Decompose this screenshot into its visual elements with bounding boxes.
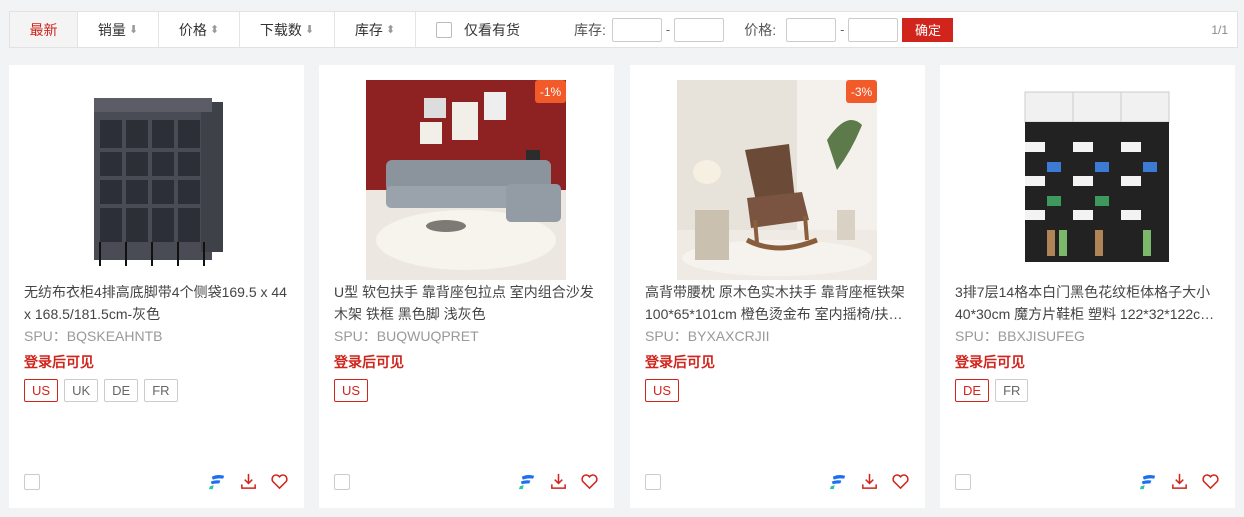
- product-image-sofa[interactable]: -1%: [366, 80, 566, 280]
- product-card[interactable]: -1% U型 软包扶手 靠背座包拉点 室内组合沙发 木架 铁框 黑色脚 浅灰色 …: [319, 65, 614, 508]
- market-tag[interactable]: FR: [144, 379, 178, 402]
- download-icon[interactable]: [1170, 472, 1189, 491]
- sort-down-icon: ⬇: [128, 24, 139, 36]
- market-tag[interactable]: FR: [995, 379, 1029, 402]
- select-checkbox[interactable]: [955, 474, 971, 490]
- select-checkbox[interactable]: [24, 474, 40, 490]
- price-range: 价格: - 确定: [744, 17, 954, 42]
- heart-icon[interactable]: [270, 472, 289, 491]
- confirm-button[interactable]: 确定: [902, 17, 954, 42]
- brand-f-icon[interactable]: [1139, 472, 1158, 491]
- select-checkbox[interactable]: [645, 474, 661, 490]
- product-title[interactable]: 3排7层14格本白门黑色花纹柜体格子大小40*30cm 魔方片鞋柜 塑料 122…: [955, 281, 1225, 325]
- card-actions: [829, 472, 910, 491]
- stock-range-label: 库存:: [574, 21, 606, 38]
- discount-badge: -3%: [846, 80, 877, 103]
- card-actions: [518, 472, 599, 491]
- product-spu: SPU：BQSKEAHNTB: [24, 328, 163, 344]
- sort-label: 销量: [97, 21, 126, 38]
- product-spu: SPU：BUQWUQPRET: [334, 328, 479, 344]
- heart-icon[interactable]: [1201, 472, 1220, 491]
- product-title[interactable]: 高背带腰枕 原木色实木扶手 靠背座框铁架 100*65*101cm 橙色烫金布 …: [645, 281, 915, 325]
- product-title[interactable]: U型 软包扶手 靠背座包拉点 室内组合沙发 木架 铁框 黑色脚 浅灰色: [334, 281, 604, 325]
- login-to-view: 登录后可见: [645, 354, 715, 370]
- stock-max-input[interactable]: [674, 17, 725, 42]
- market-tag[interactable]: US: [24, 379, 59, 402]
- in-stock-filter[interactable]: 仅看有货: [436, 20, 520, 40]
- sort-price[interactable]: 价格 ⬍: [159, 12, 240, 47]
- download-icon[interactable]: [239, 472, 258, 491]
- market-tags: DE FR: [955, 379, 1029, 402]
- download-icon[interactable]: [860, 472, 879, 491]
- sort-label: 下载数: [259, 21, 302, 38]
- product-spu: SPU：BBXJISUFEG: [955, 328, 1085, 344]
- sort-sales[interactable]: 销量 ⬇: [78, 12, 159, 47]
- heart-icon[interactable]: [580, 472, 599, 491]
- sort-label: 最新: [29, 21, 58, 38]
- range-dash: -: [665, 22, 671, 37]
- sort-downloads[interactable]: 下载数 ⬇: [240, 12, 335, 47]
- brand-f-icon[interactable]: [829, 472, 848, 491]
- market-tag[interactable]: US: [334, 379, 369, 402]
- stock-min-input[interactable]: [611, 17, 662, 42]
- product-image-shoe-cabinet[interactable]: [987, 80, 1187, 280]
- login-to-view: 登录后可见: [24, 354, 94, 370]
- card-actions: [1139, 472, 1220, 491]
- in-stock-label: 仅看有货: [464, 21, 520, 38]
- product-card[interactable]: 3排7层14格本白门黑色花纹柜体格子大小40*30cm 魔方片鞋柜 塑料 122…: [940, 65, 1235, 508]
- discount-badge: -1%: [535, 80, 566, 103]
- market-tag[interactable]: US: [645, 379, 680, 402]
- product-image-rocking-chair[interactable]: -3%: [677, 80, 877, 280]
- product-spu: SPU：BYXAXCRJII: [645, 328, 770, 344]
- price-range-label: 价格:: [744, 21, 777, 38]
- page-count: 1/1: [1211, 22, 1228, 37]
- price-min-input[interactable]: [786, 17, 837, 42]
- market-tag[interactable]: DE: [955, 379, 990, 402]
- login-to-view: 登录后可见: [955, 354, 1025, 370]
- brand-f-icon[interactable]: [208, 472, 227, 491]
- market-tags: US UK DE FR: [24, 379, 178, 402]
- product-card[interactable]: -3% 高背带腰枕 原木色实木扶手 靠背座框铁架 100*65*101cm 橙色…: [630, 65, 925, 508]
- price-max-input[interactable]: [848, 17, 899, 42]
- sort-label: 库存: [354, 21, 383, 38]
- stock-range: 库存: -: [574, 17, 725, 42]
- sort-updown-icon: ⬍: [209, 24, 220, 36]
- market-tags: US: [645, 379, 680, 402]
- market-tag[interactable]: UK: [64, 379, 99, 402]
- select-checkbox[interactable]: [334, 474, 350, 490]
- market-tag[interactable]: DE: [104, 379, 139, 402]
- market-tags: US: [334, 379, 369, 402]
- sort-label: 价格: [178, 21, 207, 38]
- card-actions: [208, 472, 289, 491]
- sort-updown-icon: ⬍: [385, 24, 396, 36]
- product-title[interactable]: 无纺布衣柜4排高底脚带4个侧袋169.5 x 44 x 168.5/181.5c…: [24, 281, 294, 325]
- sort-stock[interactable]: 库存 ⬍: [335, 12, 416, 47]
- sort-newest[interactable]: 最新: [10, 12, 78, 47]
- filter-bar: 最新 销量 ⬇ 价格 ⬍ 下载数 ⬇ 库存 ⬍ 仅看有货 库存: - 价格: -…: [9, 11, 1238, 48]
- in-stock-checkbox[interactable]: [436, 21, 452, 38]
- login-to-view: 登录后可见: [334, 354, 404, 370]
- heart-icon[interactable]: [891, 472, 910, 491]
- sort-down-icon: ⬇: [304, 24, 315, 36]
- download-icon[interactable]: [549, 472, 568, 491]
- brand-f-icon[interactable]: [518, 472, 537, 491]
- product-card[interactable]: 无纺布衣柜4排高底脚带4个侧袋169.5 x 44 x 168.5/181.5c…: [9, 65, 304, 508]
- product-image-wardrobe[interactable]: [56, 80, 256, 280]
- range-dash: -: [840, 22, 845, 37]
